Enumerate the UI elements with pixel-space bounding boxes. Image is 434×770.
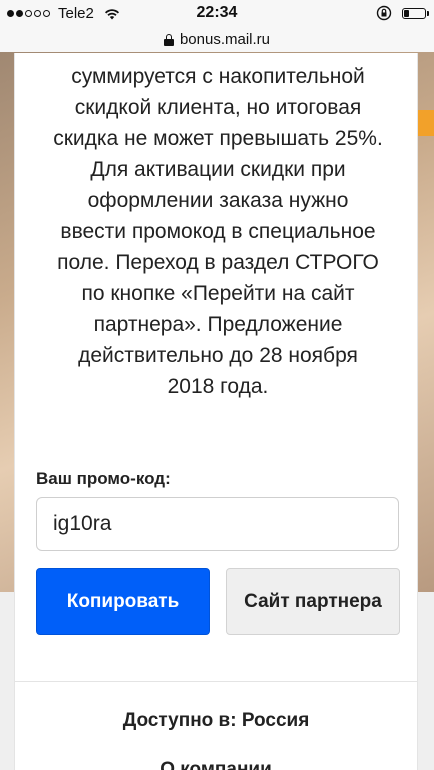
description-line: действительно до 28 ноября: [78, 344, 358, 367]
description-line: оформлении заказа нужно: [87, 189, 349, 212]
description-line: Для активации скидки при: [90, 158, 346, 181]
description-line: скидка не может превышать 25%.: [53, 127, 383, 150]
promo-code-label: Ваш промо-код:: [36, 469, 171, 488]
offer-modal: суммируется с накопительной скидкой клиен…: [14, 53, 418, 770]
lock-icon: [163, 33, 174, 46]
url-domain[interactable]: bonus.mail.ru: [180, 31, 270, 48]
status-bar: Tele2 22:34: [0, 0, 434, 27]
status-right: [376, 5, 429, 21]
availability-text: Доступно в: Россия: [122, 710, 310, 731]
battery-icon: [402, 7, 429, 19]
background-accent: [418, 110, 434, 136]
orientation-lock-icon: [376, 5, 392, 21]
description-line: поле. Переход в раздел СТРОГО: [57, 251, 379, 274]
description-line: ввести промокод в специальное: [60, 220, 376, 243]
description-line: 2018 года.: [167, 375, 269, 398]
address-bar[interactable]: bonus.mail.ru: [0, 27, 434, 53]
partner-site-button[interactable]: Сайт партнера: [226, 568, 400, 635]
description-line: скидкой клиента, но итоговая: [74, 96, 362, 119]
offer-description: суммируется с накопительной скидкой клиен…: [33, 61, 403, 402]
description-line: по кнопке «Перейти на сайт: [81, 282, 355, 305]
divider: [15, 681, 417, 682]
description-line: партнера». Предложение: [93, 313, 343, 336]
description-line: суммируется с накопительной: [71, 65, 365, 88]
about-company-link[interactable]: О компании: [15, 759, 417, 770]
copy-button[interactable]: Копировать: [36, 568, 210, 635]
promo-code-input[interactable]: [36, 497, 399, 551]
clock: 22:34: [196, 4, 238, 21]
